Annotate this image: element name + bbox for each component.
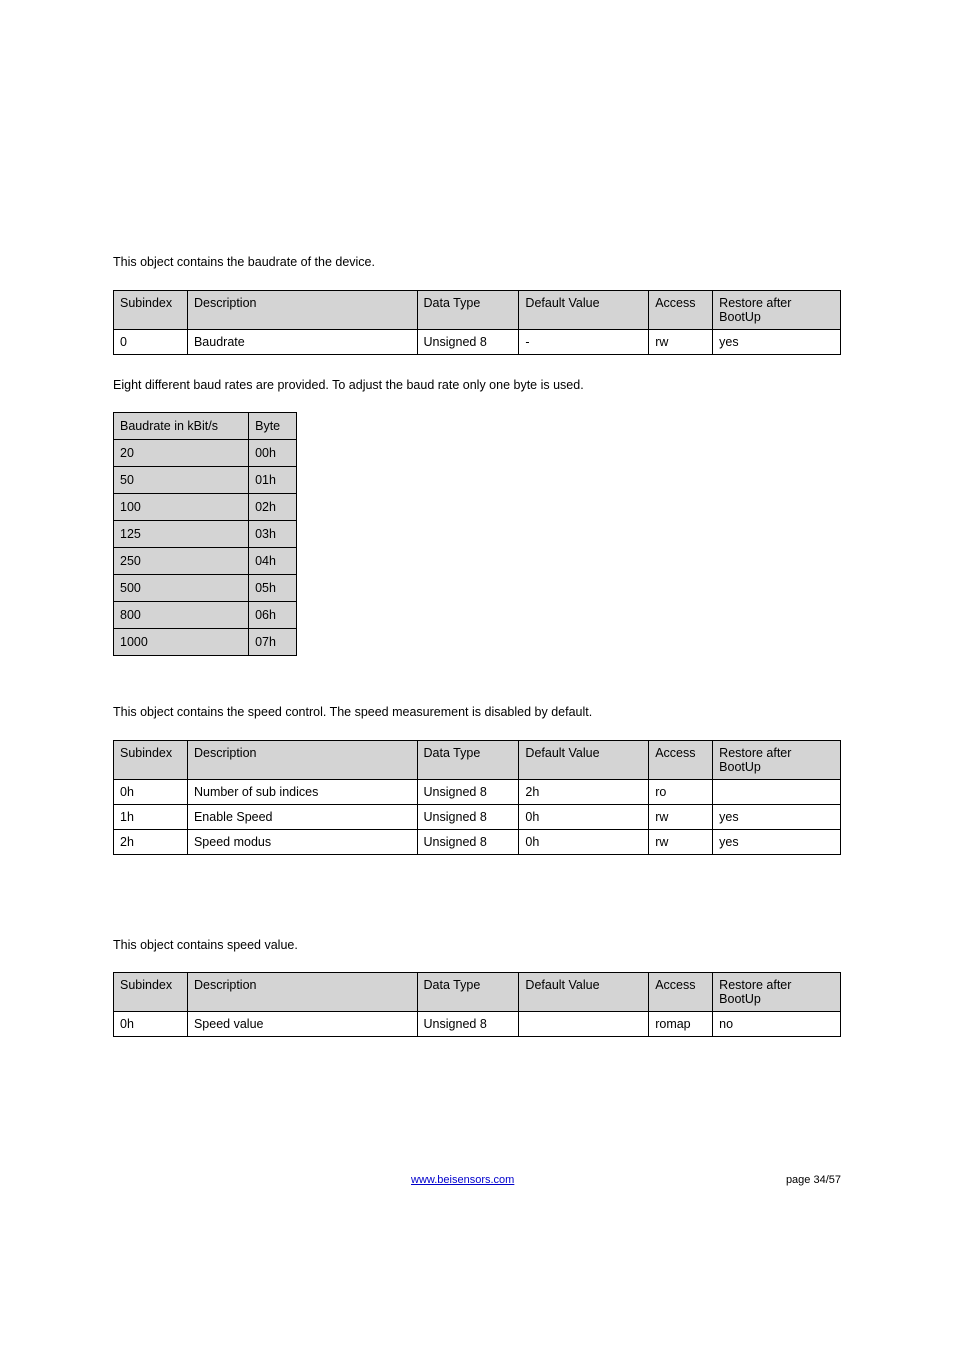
section2-intro: This object contains the speed control. … [113,704,841,722]
cell-byte: 06h [249,602,297,629]
table-row: 100 02h [114,494,297,521]
cell-datatype: Unsigned 8 [417,779,519,804]
section1-note: Eight different baud rates are provided.… [113,377,841,395]
table-row: 800 06h [114,602,297,629]
th-subindex: Subindex [114,740,188,779]
cell-byte: 00h [249,440,297,467]
cell-default [519,1012,649,1037]
cell-rate: 100 [114,494,249,521]
cell-byte: 02h [249,494,297,521]
table-row: 500 05h [114,575,297,602]
cell-description: Speed value [187,1012,417,1037]
cell-byte: 04h [249,548,297,575]
cell-subindex: 1h [114,804,188,829]
th-access: Access [649,740,713,779]
section3-intro: This object contains speed value. [113,937,841,955]
cell-default: 2h [519,779,649,804]
table-row: 125 03h [114,521,297,548]
baudrate-object-table: Subindex Description Data Type Default V… [113,290,841,355]
table-row: 0 Baudrate Unsigned 8 - rw yes [114,329,841,354]
th-restore: Restore after BootUp [713,973,841,1012]
table-row: 0h Speed value Unsigned 8 romap no [114,1012,841,1037]
speed-value-table: Subindex Description Data Type Default V… [113,972,841,1037]
cell-access: rw [649,804,713,829]
th-default: Default Value [519,290,649,329]
cell-restore: yes [713,829,841,854]
cell-subindex: 2h [114,829,188,854]
cell-restore: no [713,1012,841,1037]
cell-byte: 05h [249,575,297,602]
cell-access: romap [649,1012,713,1037]
th-datatype: Data Type [417,973,519,1012]
th-restore: Restore after BootUp [713,740,841,779]
th-access: Access [649,973,713,1012]
cell-default: - [519,329,649,354]
cell-datatype: Unsigned 8 [417,804,519,829]
footer-link[interactable]: www.beisensors.com [411,1174,514,1186]
th-default: Default Value [519,740,649,779]
cell-subindex: 0h [114,779,188,804]
cell-description: Enable Speed [187,804,417,829]
cell-restore: yes [713,329,841,354]
th-byte: Byte [249,413,297,440]
table-row: 20 00h [114,440,297,467]
cell-subindex: 0 [114,329,188,354]
cell-rate: 125 [114,521,249,548]
th-description: Description [187,290,417,329]
cell-datatype: Unsigned 8 [417,829,519,854]
cell-restore [713,779,841,804]
th-datatype: Data Type [417,290,519,329]
th-restore: Restore after BootUp [713,290,841,329]
spacer [113,877,841,937]
cell-rate: 1000 [114,629,249,656]
cell-rate: 250 [114,548,249,575]
cell-restore: yes [713,804,841,829]
table-header-row: Subindex Description Data Type Default V… [114,740,841,779]
cell-description: Speed modus [187,829,417,854]
speed-control-table: Subindex Description Data Type Default V… [113,740,841,855]
th-subindex: Subindex [114,290,188,329]
table-header-row: Subindex Description Data Type Default V… [114,973,841,1012]
page-number: page 34/57 [786,1174,841,1186]
cell-byte: 03h [249,521,297,548]
cell-description: Number of sub indices [187,779,417,804]
table-header-row: Baudrate in kBit/s Byte [114,413,297,440]
cell-subindex: 0h [114,1012,188,1037]
table-row: 2h Speed modus Unsigned 8 0h rw yes [114,829,841,854]
th-description: Description [187,740,417,779]
cell-byte: 01h [249,467,297,494]
th-description: Description [187,973,417,1012]
table-row: 250 04h [114,548,297,575]
table-row: 50 01h [114,467,297,494]
cell-description: Baudrate [187,329,417,354]
cell-access: rw [649,329,713,354]
section1-intro: This object contains the baudrate of the… [113,254,841,272]
page-body: This object contains the baudrate of the… [113,0,841,1059]
cell-byte: 07h [249,629,297,656]
th-datatype: Data Type [417,740,519,779]
cell-rate: 20 [114,440,249,467]
table-header-row: Subindex Description Data Type Default V… [114,290,841,329]
th-rate: Baudrate in kBit/s [114,413,249,440]
th-subindex: Subindex [114,973,188,1012]
table-row: 1000 07h [114,629,297,656]
cell-rate: 500 [114,575,249,602]
cell-datatype: Unsigned 8 [417,329,519,354]
th-access: Access [649,290,713,329]
baudrate-byte-table: Baudrate in kBit/s Byte 20 00h 50 01h 10… [113,412,297,656]
cell-access: ro [649,779,713,804]
cell-datatype: Unsigned 8 [417,1012,519,1037]
cell-default: 0h [519,829,649,854]
table-row: 0h Number of sub indices Unsigned 8 2h r… [114,779,841,804]
cell-rate: 800 [114,602,249,629]
table-row: 1h Enable Speed Unsigned 8 0h rw yes [114,804,841,829]
cell-default: 0h [519,804,649,829]
cell-access: rw [649,829,713,854]
th-default: Default Value [519,973,649,1012]
cell-rate: 50 [114,467,249,494]
